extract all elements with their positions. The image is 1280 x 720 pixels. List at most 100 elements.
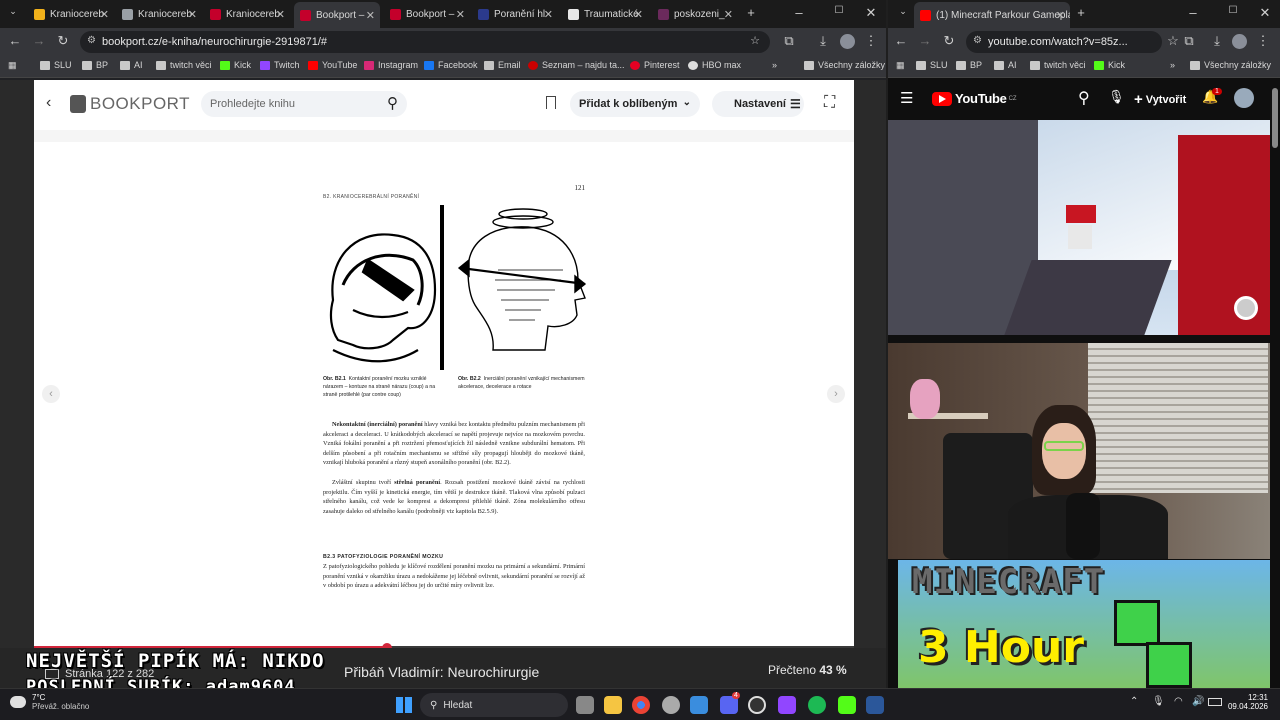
settings-button[interactable]: Nastavení ☰ bbox=[712, 91, 804, 117]
bookmark-star-icon[interactable]: ☆ bbox=[750, 34, 760, 47]
battery-icon[interactable] bbox=[1208, 698, 1222, 706]
task-view-icon[interactable] bbox=[576, 696, 594, 714]
twitch-app-icon[interactable] bbox=[778, 696, 796, 714]
back-arrow-icon[interactable]: ← bbox=[6, 33, 24, 48]
kick-app-icon[interactable] bbox=[838, 696, 856, 714]
close-icon[interactable]: ✕ bbox=[100, 8, 109, 21]
bookmark-slu[interactable]: SLU bbox=[40, 60, 72, 70]
profile-avatar[interactable] bbox=[840, 34, 855, 49]
youtube-tab[interactable]: (1) Minecraft Parkour Gameplay ✕ bbox=[914, 2, 1070, 28]
bookmark-facebook[interactable]: Facebook bbox=[424, 60, 478, 70]
extensions-icon[interactable]: ⧉ bbox=[780, 33, 798, 49]
tray-chevron-icon[interactable]: ⌃ bbox=[1130, 696, 1138, 707]
next-page-button[interactable]: › bbox=[827, 385, 845, 403]
weather-widget[interactable]: 7°C Převáž. oblačno bbox=[10, 693, 89, 711]
download-icon[interactable]: ⤓ bbox=[814, 33, 832, 49]
site-info-icon[interactable]: ⚙ bbox=[87, 35, 96, 46]
bookmark-twitch-veci[interactable]: twitch věci bbox=[1030, 60, 1086, 70]
close-icon[interactable]: ✕ bbox=[366, 9, 375, 22]
bookmark-slu[interactable]: SLU bbox=[916, 60, 948, 70]
bookmark-kick[interactable]: Kick bbox=[220, 60, 251, 70]
bookmark-instagram[interactable]: Instagram bbox=[364, 60, 418, 70]
chrome-icon[interactable] bbox=[632, 696, 650, 714]
bookmark-twitch[interactable]: Twitch bbox=[260, 60, 300, 70]
bookmark-ribbon-icon[interactable] bbox=[546, 96, 556, 109]
microphone-icon[interactable]: 🎙 bbox=[1108, 89, 1125, 105]
search-icon[interactable]: ⚲ bbox=[1078, 88, 1090, 108]
address-bar[interactable]: ⚙ bookport.cz/e-kniha/neurochirurgie-291… bbox=[80, 31, 770, 53]
bookmark-hbo[interactable]: HBO max bbox=[688, 60, 741, 70]
create-button[interactable]: + Vytvořit bbox=[1134, 91, 1186, 108]
hamburger-menu-icon[interactable]: ☰ bbox=[900, 89, 913, 107]
site-info-icon[interactable]: ⚙ bbox=[973, 35, 982, 46]
file-explorer-icon[interactable] bbox=[604, 696, 622, 714]
youtube-logo[interactable]: YouTube CZ bbox=[932, 91, 1017, 106]
window-close-icon[interactable]: ✕ bbox=[1256, 5, 1274, 21]
forward-arrow-icon[interactable]: → bbox=[30, 33, 48, 48]
video-player[interactable] bbox=[888, 120, 1270, 335]
video-settings-icon[interactable] bbox=[1234, 296, 1258, 320]
tray-mic-icon[interactable]: 🎙 bbox=[1152, 696, 1165, 707]
close-icon[interactable]: ✕ bbox=[724, 8, 733, 21]
left-tab-4-active[interactable]: Bookport – ✕ bbox=[294, 2, 380, 28]
menu-kebab-icon[interactable]: ⋮ bbox=[1254, 33, 1272, 49]
address-bar[interactable]: ⚙ youtube.com/watch?v=85z... bbox=[966, 31, 1162, 53]
account-avatar[interactable] bbox=[1234, 88, 1254, 108]
extensions-icon[interactable]: ⧉ bbox=[1180, 33, 1198, 49]
left-tab-8[interactable]: poskozeni_ ✕ bbox=[652, 3, 738, 25]
settings-gear-icon[interactable] bbox=[662, 696, 680, 714]
all-bookmarks[interactable]: Všechny záložky bbox=[1190, 60, 1271, 70]
book-search-input[interactable]: Prohledejte knihu ⚲ bbox=[201, 91, 407, 117]
bookmark-pinterest[interactable]: Pinterest bbox=[630, 60, 680, 70]
left-tab-5[interactable]: Bookport – ✕ bbox=[384, 3, 470, 25]
scrollbar[interactable] bbox=[1272, 88, 1278, 148]
close-icon[interactable]: ✕ bbox=[544, 8, 553, 21]
close-icon[interactable]: ✕ bbox=[1056, 9, 1065, 22]
recommended-thumbnail[interactable]: MINECRAFT 3 Hour bbox=[898, 560, 1270, 688]
bookmark-email[interactable]: Email bbox=[484, 60, 521, 70]
window-close-icon[interactable]: ✕ bbox=[862, 5, 880, 21]
maximize-icon[interactable]: ☐ bbox=[830, 5, 848, 16]
windows-start-icon[interactable] bbox=[396, 697, 412, 713]
bookmark-ai[interactable]: AI bbox=[120, 60, 143, 70]
left-tab-7[interactable]: Traumatické ✕ bbox=[562, 3, 648, 25]
bookport-logo[interactable]: BOOKPORT bbox=[70, 94, 190, 114]
tab-search-icon[interactable]: ⌄ bbox=[894, 6, 912, 17]
reload-icon[interactable]: ↻ bbox=[940, 33, 958, 49]
tab-search-icon[interactable]: ⌄ bbox=[4, 6, 22, 17]
volume-icon[interactable]: 🔊 bbox=[1192, 696, 1204, 707]
maximize-icon[interactable]: ☐ bbox=[1224, 5, 1242, 16]
left-tab-1[interactable]: Kraniocereb ✕ bbox=[28, 3, 114, 25]
close-icon[interactable]: ✕ bbox=[188, 8, 197, 21]
taskbar-search[interactable]: ⚲ Hledat bbox=[420, 693, 568, 717]
minimize-icon[interactable]: – bbox=[790, 5, 808, 20]
photos-icon[interactable] bbox=[690, 696, 708, 714]
left-tab-2[interactable]: Kraniocereb ✕ bbox=[116, 3, 202, 25]
menu-kebab-icon[interactable]: ⋮ bbox=[862, 33, 880, 49]
prev-page-button[interactable]: ‹ bbox=[42, 385, 60, 403]
close-icon[interactable]: ✕ bbox=[634, 8, 643, 21]
bookmark-seznam[interactable]: Seznam – najdu ta... bbox=[528, 60, 625, 70]
apps-grid-icon[interactable]: ▦ bbox=[896, 60, 905, 71]
bookmarks-overflow-icon[interactable]: » bbox=[1170, 60, 1175, 70]
bookmark-kick[interactable]: Kick bbox=[1094, 60, 1125, 70]
search-icon[interactable]: ⚲ bbox=[387, 94, 398, 112]
bookmark-youtube[interactable]: YouTube bbox=[308, 60, 357, 70]
close-icon[interactable]: ✕ bbox=[276, 8, 285, 21]
back-chevron-icon[interactable]: ‹ bbox=[46, 94, 51, 112]
bookmarks-overflow-icon[interactable]: » bbox=[772, 60, 777, 70]
obs-icon[interactable] bbox=[748, 696, 766, 714]
left-tab-3[interactable]: Kraniocereb ✕ bbox=[204, 3, 290, 25]
bookmark-bp[interactable]: BP bbox=[82, 60, 108, 70]
apps-grid-icon[interactable]: ▦ bbox=[8, 60, 17, 71]
wifi-icon[interactable]: ◠ bbox=[1174, 696, 1183, 707]
bookmark-twitch-veci[interactable]: twitch věci bbox=[156, 60, 212, 70]
new-tab-plus-icon[interactable]: + bbox=[742, 5, 760, 20]
new-tab-plus-icon[interactable]: + bbox=[1072, 5, 1090, 20]
left-tab-6[interactable]: Poranění hl ✕ bbox=[472, 3, 558, 25]
bookmark-ai[interactable]: AI bbox=[994, 60, 1017, 70]
download-icon[interactable]: ⤓ bbox=[1208, 33, 1226, 49]
word-icon[interactable] bbox=[866, 696, 884, 714]
add-favorite-button[interactable]: Přidat k oblíbeným ⌄ bbox=[570, 91, 700, 117]
fullscreen-icon[interactable]: ⛶ bbox=[824, 94, 835, 112]
